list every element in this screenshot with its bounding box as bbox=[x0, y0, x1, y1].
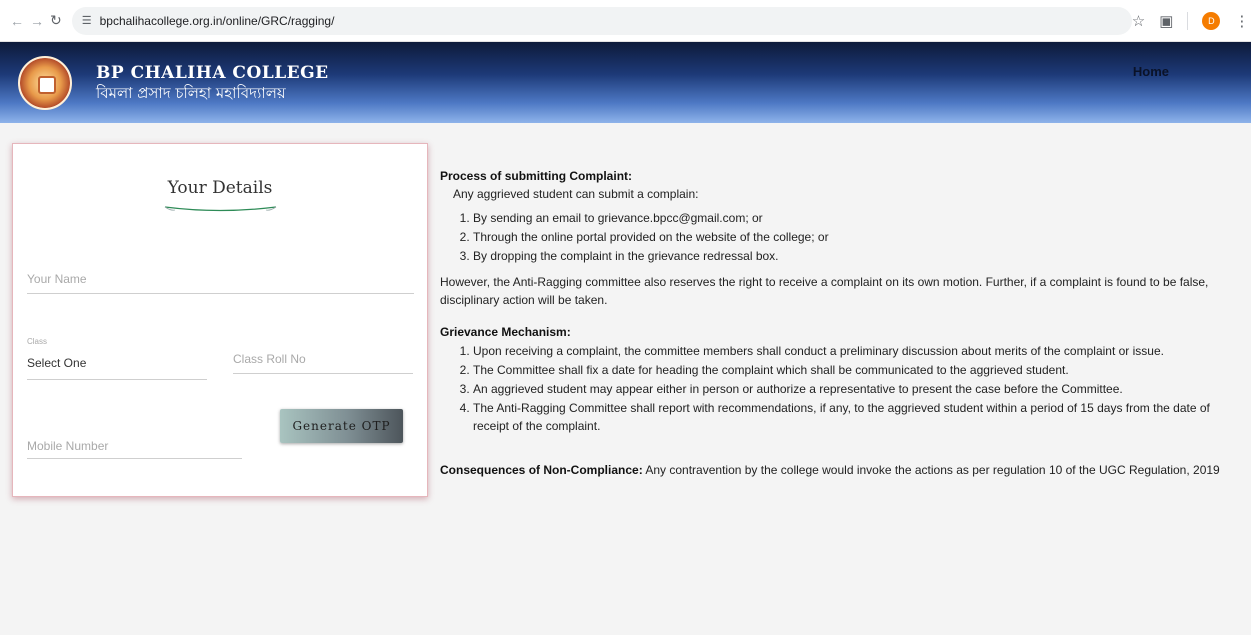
class-select-value: Select One bbox=[27, 356, 87, 370]
complaint-info: Process of submitting Complaint: Any agg… bbox=[440, 167, 1240, 479]
consequences-heading: Consequences of Non-Compliance: bbox=[440, 463, 643, 477]
mechanism-steps-list: Upon receiving a complaint, the committe… bbox=[440, 342, 1240, 435]
class-roll-field[interactable]: Class Roll No bbox=[233, 350, 413, 374]
name-field[interactable]: Your Name bbox=[27, 270, 414, 294]
college-logo bbox=[18, 55, 72, 110]
list-item: An aggrieved student may appear either i… bbox=[473, 380, 1240, 398]
brand: BP CHALIHA COLLEGE বিমলা প্ৰসাদ চলিহা মহ… bbox=[96, 63, 329, 103]
list-item: By sending an email to grievance.bpcc@gm… bbox=[473, 209, 1240, 227]
process-intro: Any aggrieved student can submit a compl… bbox=[453, 187, 699, 201]
star-icon[interactable]: ☆ bbox=[1132, 12, 1145, 30]
details-form-card: Your Details Your Name Class Select One … bbox=[12, 143, 428, 497]
class-select[interactable]: Select One bbox=[27, 350, 207, 380]
mechanism-heading: Grievance Mechanism: bbox=[440, 325, 571, 339]
process-steps-list: By sending an email to grievance.bpcc@gm… bbox=[440, 209, 1240, 265]
reload-icon[interactable]: ↻ bbox=[50, 10, 62, 32]
form-title: Your Details bbox=[167, 178, 273, 198]
url-text[interactable]: bpchalihacollege.org.in/online/GRC/raggi… bbox=[100, 14, 335, 28]
puzzle-icon[interactable]: ▣ bbox=[1159, 12, 1173, 30]
college-name-english: BP CHALIHA COLLEGE bbox=[96, 62, 329, 83]
name-placeholder: Your Name bbox=[27, 272, 87, 286]
mobile-number-field[interactable]: Mobile Number bbox=[27, 437, 242, 459]
title-underline-swoosh bbox=[164, 206, 277, 212]
consequences-text: Any contravention by the college would i… bbox=[642, 463, 1220, 477]
forward-icon[interactable]: → bbox=[30, 10, 44, 32]
college-name-bengali: বিমলা প্ৰসাদ চলিহা মহাবিদ্যালয় bbox=[96, 83, 286, 102]
main-content: Your Details Your Name Class Select One … bbox=[0, 123, 1251, 635]
mobile-number-placeholder: Mobile Number bbox=[27, 439, 109, 453]
toolbar-divider bbox=[1187, 11, 1189, 30]
home-link[interactable]: Home bbox=[1133, 64, 1169, 79]
list-item: Through the online portal provided on th… bbox=[473, 228, 1240, 246]
list-item: By dropping the complaint in the grievan… bbox=[473, 247, 1240, 265]
kebab-menu-icon[interactable]: ⋮ bbox=[1234, 12, 1249, 30]
list-item: The Committee shall fix a date for headi… bbox=[473, 361, 1240, 379]
class-label: Class bbox=[27, 337, 48, 346]
profile-avatar[interactable]: D bbox=[1202, 11, 1221, 30]
generate-otp-button[interactable]: Generate OTP bbox=[280, 409, 403, 443]
list-item: The Anti-Ragging Committee shall report … bbox=[473, 399, 1240, 435]
class-roll-placeholder: Class Roll No bbox=[233, 352, 306, 366]
address-bar[interactable]: ☰ bpchalihacollege.org.in/online/GRC/rag… bbox=[71, 6, 1132, 35]
list-item: Upon receiving a complaint, the committe… bbox=[473, 342, 1240, 360]
consequences-paragraph: Consequences of Non-Compliance: Any cont… bbox=[440, 461, 1240, 479]
process-heading: Process of submitting Complaint: bbox=[440, 169, 633, 183]
however-paragraph: However, the Anti-Ragging committee also… bbox=[440, 275, 1209, 307]
site-info-icon[interactable]: ☰ bbox=[82, 14, 92, 27]
browser-toolbar: ← → ↻ ☰ bpchalihacollege.org.in/online/G… bbox=[0, 0, 1251, 42]
site-header: BP CHALIHA COLLEGE বিমলা প্ৰসাদ চলিহা মহ… bbox=[0, 42, 1251, 123]
back-icon[interactable]: ← bbox=[10, 10, 24, 32]
